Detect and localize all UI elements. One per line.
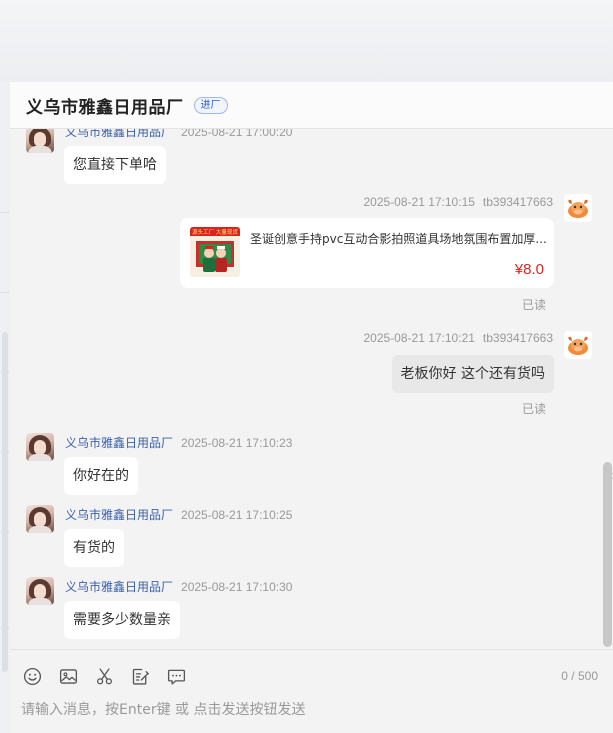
sender-name: tb393417663 [482,195,553,209]
emoji-icon [23,667,41,685]
message-time: 2025-08-21 17:10:30 [181,580,293,594]
message-scrollbar[interactable] [603,462,612,647]
chat-header: 义乌市雅鑫日用品厂 进厂 [10,82,613,129]
sender-name: 义乌市雅鑫日用品厂 [65,580,174,594]
seller-avatar[interactable] [26,505,54,533]
message-bubble[interactable]: 您直接下单哈 [64,146,166,184]
page-backdrop [0,0,613,82]
chat-panel: 义乌市雅鑫日用品厂 进厂 义乌市雅鑫日用品厂 2025-08-21 17:00:2… [10,82,613,733]
product-title[interactable]: 圣诞创意手持pvc互动合影拍照道具场地氛围布置加厚... [250,230,546,247]
read-status: 已读 [522,402,547,416]
input-toolbar [20,664,188,688]
input-area: 0 / 500 [10,649,613,733]
message-meta: 义乌市雅鑫日用品厂 2025-08-21 17:10:23 [65,434,292,451]
emoji-button[interactable] [20,664,44,688]
note-button[interactable] [128,664,152,688]
image-icon [59,668,77,684]
product-thumbnail[interactable]: 源头工厂 大量现货 [190,227,240,277]
screenshot-button[interactable] [92,664,116,688]
cartoon-ox-icon [568,199,588,218]
message-time: 2025-08-21 17:00:20 [181,129,293,139]
shop-name[interactable]: 义乌市雅鑫日用品厂 [26,93,184,118]
product-price: ¥8.0 [514,261,544,278]
message-bubble[interactable]: 你好在的 [64,457,138,495]
seller-avatar[interactable] [26,129,54,153]
message-meta: 义乌市雅鑫日用品厂 2025-08-21 17:10:25 [65,506,292,523]
sender-name: 义乌市雅鑫日用品厂 [65,436,174,450]
seller-avatar[interactable] [26,433,54,461]
image-button[interactable] [56,664,80,688]
svg-text:源头工厂 大量现货: 源头工厂 大量现货 [192,228,238,236]
buyer-avatar[interactable] [564,194,592,222]
sender-name: 义乌市雅鑫日用品厂 [65,508,174,522]
cartoon-ox-icon [568,336,588,355]
product-image: 源头工厂 大量现货 [190,227,240,277]
message-meta: 义乌市雅鑫日用品厂 2025-08-21 17:10:30 [65,578,292,595]
edit-note-icon [132,668,149,685]
message-meta: 义乌市雅鑫日用品厂 2025-08-21 17:00:20 [65,129,292,140]
message-input[interactable] [21,698,601,722]
message-list[interactable]: 义乌市雅鑫日用品厂 2025-08-21 17:00:20 您直接下单哈 2025… [10,129,613,649]
message-bubble[interactable]: 需要多少数量亲 [64,601,180,639]
message-time: 2025-08-21 17:10:25 [181,508,293,522]
quick-reply-icon [167,669,185,685]
background-scrollbar [2,332,8,672]
message-time: 2025-08-21 17:10:21 [363,331,475,345]
message-meta: 2025-08-21 17:10:21 tb393417663 [363,331,553,345]
read-status: 已读 [522,298,547,312]
sender-name: 义乌市雅鑫日用品厂 [65,129,174,139]
sender-name: tb393417663 [482,331,553,345]
enter-shop-badge[interactable]: 进厂 [193,96,228,114]
message-bubble[interactable]: 有货的 [64,529,124,567]
quick-reply-button[interactable] [164,664,188,688]
message-time: 2025-08-21 17:10:15 [363,195,475,209]
message-bubble[interactable]: 老板你好 这个还有货吗 [391,355,554,393]
buyer-avatar[interactable] [564,331,592,359]
seller-avatar[interactable] [26,577,54,605]
message-meta: 2025-08-21 17:10:15 tb393417663 [363,195,553,209]
product-card[interactable]: 源头工厂 大量现货 圣诞创意手持pvc互动合影拍照道具场地氛围布置加厚... ¥… [180,218,554,288]
message-time: 2025-08-21 17:10:23 [181,436,293,450]
scissors-icon [96,667,112,684]
character-counter: 0 / 500 [561,669,598,683]
